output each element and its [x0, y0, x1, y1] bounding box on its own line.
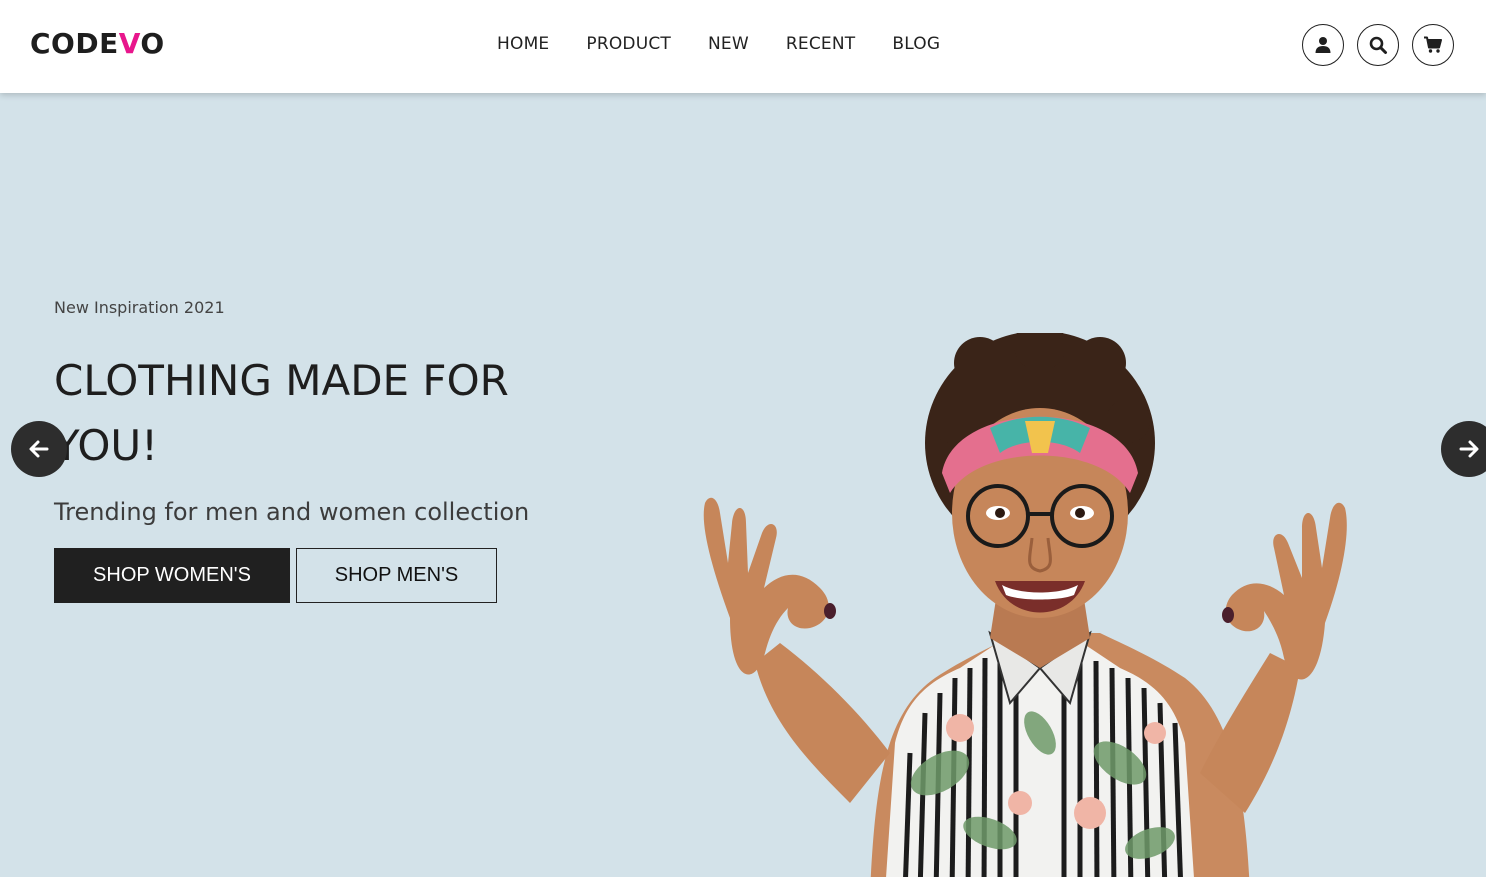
- arrow-right-icon: [1459, 440, 1479, 458]
- site-header: CODEVO HOME PRODUCT NEW RECENT BLOG: [0, 0, 1486, 93]
- brand-logo[interactable]: CODEVO: [30, 27, 165, 60]
- brand-suffix: O: [140, 27, 165, 60]
- shop-womens-button[interactable]: SHOP WOMEN'S: [54, 548, 290, 603]
- hero-subline: Trending for men and women collection: [54, 498, 530, 526]
- brand-prefix: CODE: [30, 27, 119, 60]
- nav-home[interactable]: HOME: [497, 34, 549, 54]
- nav-product[interactable]: PRODUCT: [586, 34, 671, 54]
- main-nav: HOME PRODUCT NEW RECENT BLOG: [497, 34, 977, 54]
- nav-recent[interactable]: RECENT: [786, 34, 855, 54]
- cart-icon: [1424, 36, 1442, 53]
- search-button[interactable]: [1357, 24, 1399, 66]
- nav-new[interactable]: NEW: [708, 34, 749, 54]
- user-icon: [1315, 37, 1331, 53]
- arrow-left-icon: [29, 440, 49, 458]
- hero-eyebrow: New Inspiration 2021: [54, 298, 225, 317]
- account-button[interactable]: [1302, 24, 1344, 66]
- hero-headline: CLOTHING MADE FOR YOU!: [54, 356, 509, 470]
- brand-accent: V: [118, 27, 141, 60]
- shop-mens-button[interactable]: SHOP MEN'S: [296, 548, 497, 603]
- cart-button[interactable]: [1412, 24, 1454, 66]
- header-actions: [1289, 24, 1454, 66]
- slider-prev-button[interactable]: [11, 421, 67, 477]
- slider-next-button[interactable]: [1441, 421, 1486, 477]
- hero-banner: New Inspiration 2021 CLOTHING MADE FOR Y…: [0, 93, 1486, 877]
- hero-model-image: [703, 333, 1347, 877]
- search-icon: [1369, 36, 1387, 54]
- nav-blog[interactable]: BLOG: [892, 34, 940, 54]
